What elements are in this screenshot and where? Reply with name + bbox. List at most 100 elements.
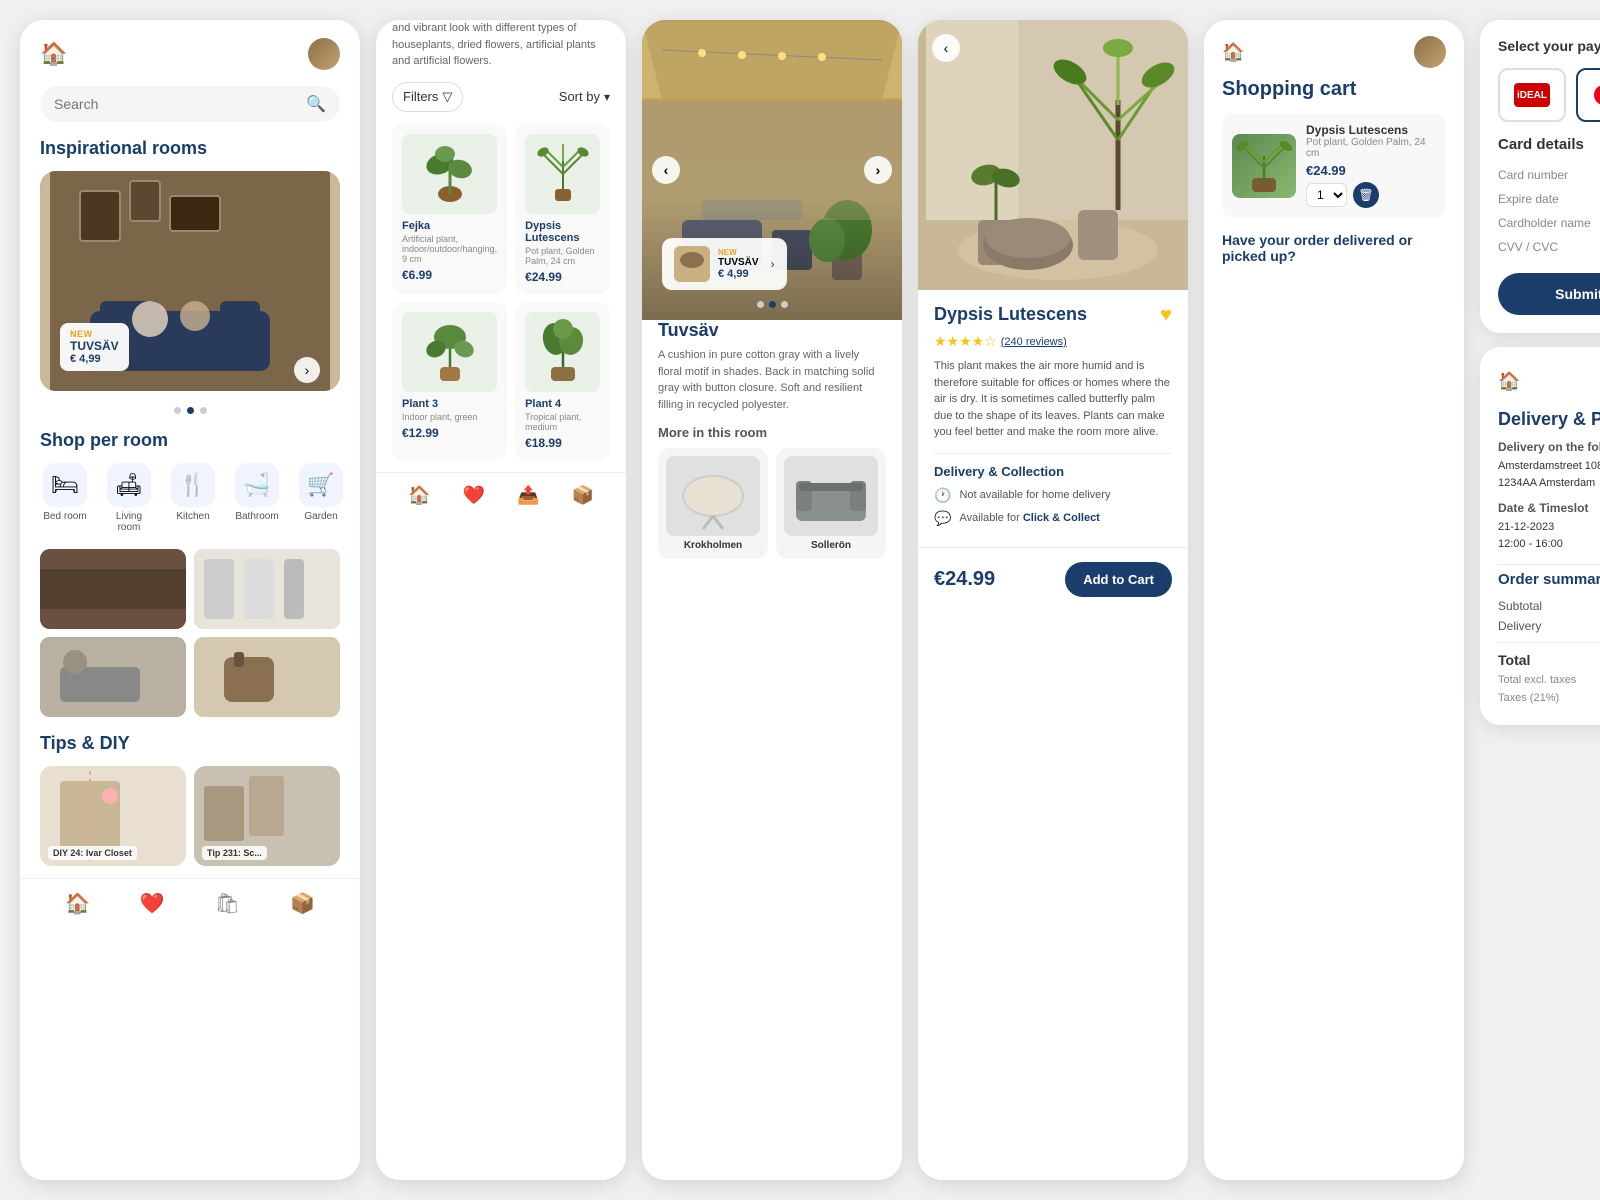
sort-button[interactable]: Sort by ▾ bbox=[559, 89, 610, 104]
quantity-control: 1 2 3 🗑 bbox=[1306, 182, 1436, 208]
excl-taxes-label: Total excl. taxes bbox=[1498, 674, 1576, 686]
nav-share-icon[interactable]: 📤 bbox=[517, 485, 539, 506]
filter-icon: ▽ bbox=[442, 89, 452, 105]
plant4-image bbox=[525, 312, 600, 392]
grid-preview-2[interactable] bbox=[194, 549, 340, 629]
cardholder-row: Cardholder name John Doe bbox=[1498, 211, 1600, 235]
quantity-stepper[interactable]: 1 2 3 bbox=[1306, 183, 1347, 207]
hero-image[interactable]: NEW TUVSÄV € 4,99 › bbox=[40, 171, 340, 391]
nav-heart-icon[interactable]: ❤️ bbox=[140, 891, 165, 916]
listing-bottom-nav: 🏠 ❤️ 📤 📦 bbox=[376, 472, 626, 518]
grid-preview-1[interactable] bbox=[40, 549, 186, 629]
grid-previews bbox=[40, 549, 340, 717]
room-carousel-dots bbox=[642, 293, 902, 316]
nav-heart-icon[interactable]: ❤️ bbox=[463, 485, 485, 506]
nav-cart-icon[interactable]: 🛍 bbox=[215, 891, 240, 916]
back-arrow[interactable]: ‹ bbox=[932, 34, 960, 62]
grid-preview-3[interactable] bbox=[40, 637, 186, 717]
badge-arrow-icon[interactable]: › bbox=[771, 257, 775, 271]
home-icon[interactable]: 🏠 bbox=[40, 41, 67, 67]
carousel-right-arrow[interactable]: › bbox=[864, 156, 892, 184]
tip-label-2: Tip 231: Sc... bbox=[202, 846, 267, 860]
nav-home-icon[interactable]: 🏠 bbox=[65, 891, 90, 916]
panel-listing: and vibrant look with different types of… bbox=[376, 20, 626, 1180]
dypsis-name: Dypsis Lutescens bbox=[525, 220, 600, 244]
review-count[interactable]: (240 reviews) bbox=[1001, 336, 1067, 348]
cart-title: Shopping cart bbox=[1204, 78, 1464, 113]
more-product-solleron[interactable]: Sollerön bbox=[776, 448, 886, 559]
delivery-address-text: Amsterdamstreet 108A 1234AA Amsterdam bbox=[1498, 458, 1600, 491]
badge-thumbnail bbox=[674, 246, 710, 282]
room-item-living[interactable]: 🛋 Living room bbox=[104, 463, 154, 533]
product-card-plant4[interactable]: Plant 4 Tropical plant, medium €18.99 bbox=[515, 302, 610, 460]
search-bar-container: 🔍 bbox=[40, 86, 340, 122]
date-timeslot-value: 21-12-2023 12:00 - 16:00 bbox=[1498, 519, 1600, 552]
cart-item-name: Dypsis Lutescens bbox=[1306, 123, 1436, 137]
click-collect-label: Click & Collect bbox=[1023, 512, 1100, 524]
room-dot-3 bbox=[781, 301, 788, 308]
favorite-heart-icon[interactable]: ♥ bbox=[1160, 304, 1172, 327]
krokholmen-name: Krokholmen bbox=[684, 540, 742, 551]
expire-date-label: Expire date bbox=[1498, 192, 1559, 206]
nav-home-icon[interactable]: 🏠 bbox=[408, 485, 430, 506]
product-detail-header: Dypsis Lutescens ♥ bbox=[934, 304, 1172, 327]
fejka-price: €6.99 bbox=[402, 268, 497, 282]
hero-next-arrow[interactable]: › bbox=[294, 357, 320, 383]
room-description: Tuvsäv A cushion in pure cotton gray wit… bbox=[642, 320, 902, 413]
product-card-plant3[interactable]: Plant 3 Indoor plant, green €12.99 bbox=[392, 302, 507, 460]
product-hero-image: ‹ bbox=[918, 20, 1188, 290]
delivery-question-section: Have your order delivered or picked up? bbox=[1204, 232, 1464, 276]
search-icon[interactable]: 🔍 bbox=[306, 94, 326, 114]
home-header: 🏠 bbox=[20, 20, 360, 80]
tip-item-2[interactable]: Tip 231: Sc... bbox=[194, 766, 340, 866]
mastercard-method[interactable] bbox=[1576, 68, 1600, 122]
product-card-fejka[interactable]: Fejka Artificial plant, indoor/outdoor/h… bbox=[392, 124, 507, 294]
delivery-item-2: 💬 Available for Click & Collect bbox=[934, 510, 1172, 527]
nav-orders-icon[interactable]: 📦 bbox=[572, 485, 594, 506]
delivery-question-title: Have your order delivered or picked up? bbox=[1222, 232, 1446, 264]
address-line2: 1234AA Amsterdam bbox=[1498, 477, 1595, 489]
ideal-method[interactable]: iDEAL bbox=[1498, 68, 1566, 122]
panel-room-carousel: ‹ › NEW TUVSÄV € 4,99 › Tuvsäv A cushion… bbox=[642, 20, 902, 1180]
room-item-bathroom[interactable]: 🛁 Bathroom bbox=[232, 463, 282, 533]
nav-orders-icon[interactable]: 📦 bbox=[290, 891, 315, 916]
bathroom-icon: 🛁 bbox=[235, 463, 279, 507]
solleron-image bbox=[784, 456, 878, 536]
search-input[interactable] bbox=[54, 96, 298, 112]
plant3-desc: Indoor plant, green bbox=[402, 412, 497, 422]
shop-per-room-title: Shop per room bbox=[20, 422, 360, 463]
total-divider bbox=[1498, 642, 1600, 643]
cart-home-icon[interactable]: 🏠 bbox=[1222, 42, 1244, 63]
filters-button[interactable]: Filters ▽ bbox=[392, 82, 463, 112]
panel-payment-delivery: Select your payment method iDEAL PayPal … bbox=[1480, 20, 1600, 1180]
cart-avatar[interactable] bbox=[1414, 36, 1446, 68]
carousel-left-arrow[interactable]: ‹ bbox=[652, 156, 680, 184]
room-item-garden[interactable]: 🛒 Garden bbox=[296, 463, 346, 533]
delete-item-button[interactable]: 🗑 bbox=[1353, 182, 1379, 208]
submit-payment-button[interactable]: Submit Payment bbox=[1498, 273, 1600, 315]
fejka-desc: Artificial plant, indoor/outdoor/hanging… bbox=[402, 234, 497, 264]
filters-label: Filters bbox=[403, 89, 438, 104]
tips-diy-title: Tips & DIY bbox=[20, 733, 360, 766]
room-item-bedroom[interactable]: 🛏 Bed room bbox=[40, 463, 90, 533]
product-detail-description: This plant makes the air more humid and … bbox=[934, 358, 1172, 441]
room-dot-2 bbox=[769, 301, 776, 308]
grid-preview-4[interactable] bbox=[194, 637, 340, 717]
cvv-label: CVV / CVC bbox=[1498, 240, 1558, 254]
tip-item-1[interactable]: DIY 24: Ivar Closet bbox=[40, 766, 186, 866]
add-to-cart-button[interactable]: Add to Cart bbox=[1065, 562, 1172, 597]
room-item-kitchen[interactable]: 🍴 Kitchen bbox=[168, 463, 218, 533]
sort-label: Sort by bbox=[559, 89, 600, 104]
more-product-krokholmen[interactable]: Krokholmen bbox=[658, 448, 768, 559]
product-card-dypsis[interactable]: Dypsis Lutescens Pot plant, Golden Palm,… bbox=[515, 124, 610, 294]
avatar[interactable] bbox=[308, 38, 340, 70]
order-summary-title: Order summary bbox=[1498, 571, 1600, 588]
product-badge: NEW TUVSÄV € 4,99 bbox=[60, 323, 129, 371]
expire-date-row: Expire date 05 / 26 bbox=[1498, 187, 1600, 211]
kitchen-icon: 🍴 bbox=[171, 463, 215, 507]
badge-new-label: NEW bbox=[70, 329, 119, 339]
delivery-collection-section: Delivery & Collection 🕐 Not available fo… bbox=[934, 453, 1172, 527]
plant3-image bbox=[402, 312, 497, 392]
bedroom-icon: 🛏 bbox=[43, 463, 87, 507]
product-detail-content: Dypsis Lutescens ♥ ★★★★☆ (240 reviews) T… bbox=[918, 290, 1188, 547]
